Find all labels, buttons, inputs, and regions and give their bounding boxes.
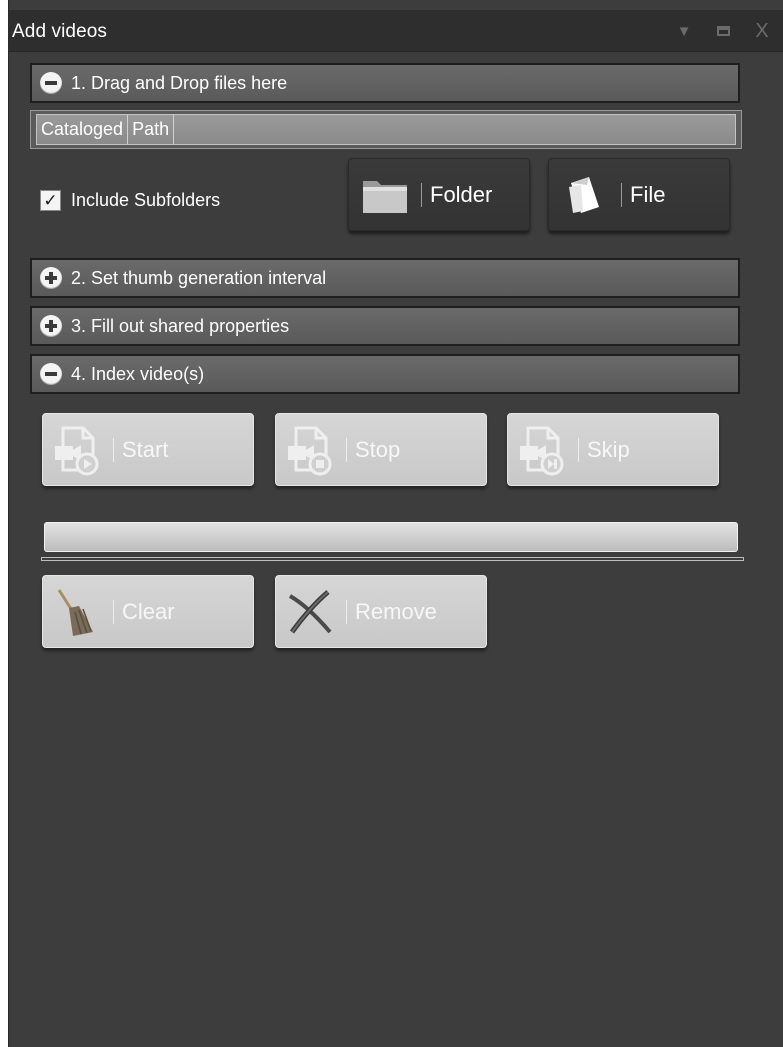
index-progress xyxy=(41,520,744,566)
add-folder-button[interactable]: Folder xyxy=(348,158,530,231)
file-list-header: Cataloged Path xyxy=(36,114,736,145)
file-icon xyxy=(557,167,613,223)
close-icon[interactable]: X xyxy=(753,20,771,42)
button-separator xyxy=(578,437,579,462)
include-subfolders-checkbox[interactable]: ✓ xyxy=(40,190,61,211)
maximize-icon[interactable] xyxy=(714,22,732,40)
add-videos-panel: Add videos ▼ X 1. Drag and Drop files he… xyxy=(8,0,783,1047)
column-header-cataloged[interactable]: Cataloged xyxy=(37,115,129,144)
section-shared-properties[interactable]: 3. Fill out shared properties xyxy=(30,306,740,346)
video-play-icon xyxy=(49,422,105,478)
include-subfolders-row[interactable]: ✓ Include Subfolders xyxy=(40,190,220,211)
dropdown-icon[interactable]: ▼ xyxy=(675,22,693,40)
button-separator xyxy=(346,437,347,462)
clear-label: Clear xyxy=(122,598,175,624)
skip-label: Skip xyxy=(587,436,630,462)
video-stop-icon xyxy=(282,422,338,478)
folder-icon xyxy=(357,167,413,223)
button-separator xyxy=(421,182,422,207)
section-label: 2. Set thumb generation interval xyxy=(71,267,327,288)
broom-icon xyxy=(49,584,105,640)
video-skip-icon xyxy=(514,422,570,478)
section-label: 4. Index video(s) xyxy=(71,363,205,384)
button-separator xyxy=(346,599,347,624)
clear-button[interactable]: Clear xyxy=(42,575,254,648)
button-separator xyxy=(113,437,114,462)
skip-button[interactable]: Skip xyxy=(507,413,719,486)
add-folder-label: Folder xyxy=(430,181,493,207)
add-file-button[interactable]: File xyxy=(548,158,730,231)
add-file-label: File xyxy=(630,181,666,207)
remove-x-icon xyxy=(282,584,338,640)
button-separator xyxy=(113,599,114,624)
section-index-videos[interactable]: 4. Index video(s) xyxy=(30,354,740,394)
collapse-icon[interactable] xyxy=(40,72,62,94)
remove-button[interactable]: Remove xyxy=(275,575,487,648)
expand-icon[interactable] xyxy=(40,315,62,337)
file-list[interactable]: Cataloged Path xyxy=(30,110,742,149)
panel-titlebar: Add videos ▼ X xyxy=(9,10,783,52)
remove-label: Remove xyxy=(355,598,437,624)
start-label: Start xyxy=(122,436,169,462)
section-drag-drop[interactable]: 1. Drag and Drop files here xyxy=(30,63,740,103)
stop-label: Stop xyxy=(355,436,401,462)
include-subfolders-label: Include Subfolders xyxy=(71,190,221,210)
stop-button[interactable]: Stop xyxy=(275,413,487,486)
panel-title: Add videos xyxy=(12,21,108,42)
section-thumb-interval[interactable]: 2. Set thumb generation interval xyxy=(30,258,740,298)
collapse-icon[interactable] xyxy=(40,363,62,385)
progress-bar xyxy=(44,522,738,552)
start-button[interactable]: Start xyxy=(42,413,254,486)
button-separator xyxy=(621,182,622,207)
progress-track xyxy=(41,557,744,561)
section-label: 1. Drag and Drop files here xyxy=(71,72,288,93)
expand-icon[interactable] xyxy=(40,267,62,289)
section-label: 3. Fill out shared properties xyxy=(71,315,290,336)
column-header-path[interactable]: Path xyxy=(128,115,175,144)
